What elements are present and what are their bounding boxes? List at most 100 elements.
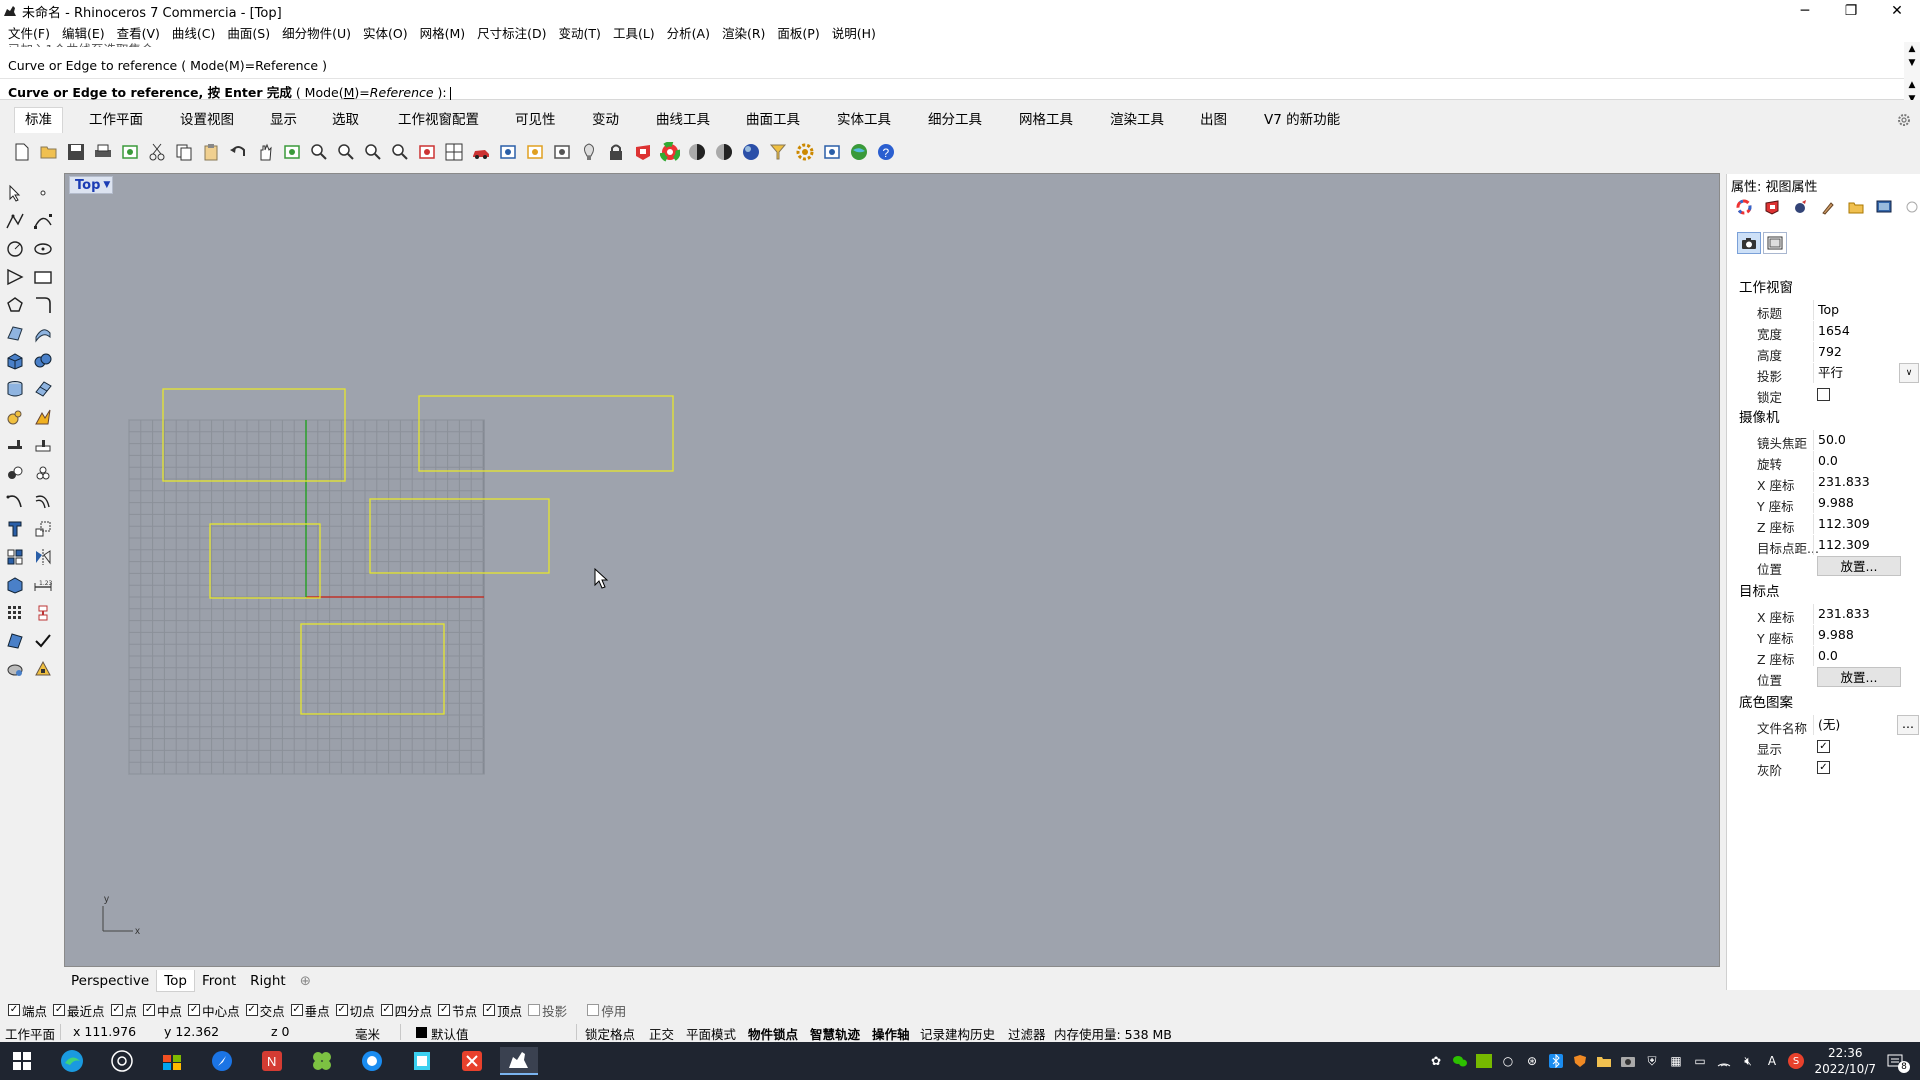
cam-x-field[interactable]: 231.833	[1813, 472, 1919, 492]
cplane-icon[interactable]	[521, 140, 548, 164]
viewport-name[interactable]: Top	[72, 178, 103, 193]
view-tab-top[interactable]: Top	[156, 970, 195, 992]
zoom-selected-icon[interactable]	[386, 140, 413, 164]
materials-tab-icon[interactable]	[1817, 196, 1839, 218]
height-field[interactable]: 792	[1813, 342, 1919, 362]
zoom-window-icon[interactable]	[332, 140, 359, 164]
display-tab-icon[interactable]	[1873, 196, 1895, 218]
tab-select[interactable]: 选取	[332, 108, 359, 132]
split-icon[interactable]	[30, 432, 56, 458]
tab-render-tools[interactable]: 渲染工具	[1110, 108, 1164, 132]
car-icon[interactable]	[467, 140, 494, 164]
menu-mesh[interactable]: 网格(M)	[414, 23, 472, 42]
microsoft-store-icon[interactable]	[158, 1047, 186, 1075]
tray-apps-icon[interactable]: ▦	[1668, 1053, 1684, 1069]
dimension-linear-icon[interactable]: 1.23	[30, 572, 56, 598]
light-icon[interactable]	[575, 140, 602, 164]
tray-flower-icon[interactable]: ✿	[1428, 1053, 1444, 1069]
tray-security-icon[interactable]	[1572, 1053, 1588, 1069]
wifi-icon[interactable]	[1716, 1053, 1732, 1069]
camera-icon[interactable]	[1737, 232, 1761, 254]
command-option-value[interactable]: Reference	[370, 85, 434, 100]
tab-cplanes[interactable]: 工作平面	[89, 108, 143, 132]
text-icon[interactable]	[2, 516, 28, 542]
undo-icon[interactable]	[224, 140, 251, 164]
properties-tab-icon[interactable]	[1733, 196, 1755, 218]
tab-new-in-v7[interactable]: V7 的新功能	[1264, 108, 1340, 132]
osnap-checkbox[interactable]: ✓	[438, 1004, 451, 1016]
osnap-toggle[interactable]: ✓ 四分点	[380, 1001, 432, 1020]
osnap-toggle[interactable]: ✓ 端点	[8, 1001, 47, 1020]
tray-nvidia-icon[interactable]	[1476, 1053, 1492, 1069]
osnap-checkbox[interactable]: ✓	[245, 1004, 258, 1016]
filename-field[interactable]: (无)	[1813, 715, 1893, 735]
tray-steam-icon[interactable]: ⊛	[1524, 1053, 1540, 1069]
menu-render[interactable]: 渲染(R)	[716, 23, 771, 42]
surface-corner-icon[interactable]	[2, 320, 28, 346]
osnap-checkbox[interactable]: ✓	[143, 1004, 156, 1016]
clover-icon[interactable]	[308, 1047, 336, 1075]
globe-icon[interactable]	[845, 140, 872, 164]
feishu-icon[interactable]	[208, 1047, 236, 1075]
status-planar[interactable]: 平面模式	[686, 1024, 736, 1043]
menu-surface[interactable]: 曲面(S)	[221, 23, 276, 42]
status-units[interactable]: 毫米	[355, 1024, 380, 1043]
menu-solid[interactable]: 实体(O)	[357, 23, 414, 42]
osnap-toggle[interactable]: ✓ 交点	[245, 1001, 285, 1020]
tab-display[interactable]: 显示	[270, 108, 297, 132]
tray-battery-icon[interactable]: ▭	[1692, 1053, 1708, 1069]
view-tab-right[interactable]: Right	[243, 970, 293, 992]
tab-drafting[interactable]: 出图	[1200, 108, 1227, 132]
save-icon[interactable]	[62, 140, 89, 164]
rectangle-icon[interactable]	[30, 264, 56, 290]
menu-dimension[interactable]: 尺寸标注(D)	[471, 23, 552, 42]
copy-icon[interactable]	[170, 140, 197, 164]
rotate-view-icon[interactable]	[278, 140, 305, 164]
boolean-union-icon[interactable]	[30, 348, 56, 374]
analyze-icon[interactable]	[2, 628, 28, 654]
status-layer[interactable]: 默认值	[431, 1024, 469, 1043]
mirror-icon[interactable]	[30, 544, 56, 570]
volume-icon[interactable]: 🔇︎	[1740, 1053, 1756, 1069]
tab-set-view[interactable]: 设置视图	[180, 108, 234, 132]
block-icon[interactable]	[2, 544, 28, 570]
osnap-checkbox[interactable]: ✓	[335, 1004, 348, 1016]
browse-file-button[interactable]: ...	[1897, 715, 1919, 735]
polyline-icon[interactable]	[2, 208, 28, 234]
tab-mesh-tools[interactable]: 网格工具	[1019, 108, 1073, 132]
show-checkbox[interactable]: ✓	[1817, 740, 1830, 753]
osnap-checkbox[interactable]: ✓	[53, 1004, 66, 1016]
tab-standard[interactable]: 标准	[14, 107, 63, 133]
view-tab-perspective[interactable]: Perspective	[64, 970, 156, 992]
lock-checkbox[interactable]	[1817, 388, 1830, 401]
status-ortho[interactable]: 正交	[649, 1024, 674, 1043]
status-osnap[interactable]: 物件锁点	[748, 1024, 798, 1043]
shade-icon[interactable]	[683, 140, 710, 164]
mesh-patch-icon[interactable]	[30, 376, 56, 402]
group-icon[interactable]	[2, 460, 28, 486]
projection-select[interactable]: 平行 ∨	[1813, 363, 1919, 383]
osnap-toggle[interactable]: ✓ 中心点	[188, 1001, 240, 1020]
netease-music-icon[interactable]: N	[258, 1047, 286, 1075]
options-icon[interactable]	[791, 140, 818, 164]
layer-color-swatch[interactable]	[416, 1027, 427, 1038]
render-icon[interactable]	[710, 140, 737, 164]
osnap-toggle[interactable]: ✓ 垂点	[290, 1001, 330, 1020]
osnap-checkbox[interactable]: ✓	[380, 1004, 393, 1016]
osnap-checkbox[interactable]	[528, 1004, 541, 1016]
point-icon[interactable]	[30, 180, 56, 206]
print-icon[interactable]	[89, 140, 116, 164]
notepad-icon[interactable]	[408, 1047, 436, 1075]
tray-sogou-icon[interactable]: S	[1788, 1053, 1804, 1069]
tab-viewport-layout[interactable]: 工作视窗配置	[398, 108, 479, 132]
help-icon[interactable]: ?	[872, 140, 899, 164]
windows-start-icon[interactable]	[8, 1047, 36, 1075]
osnap-checkbox[interactable]: ✓	[8, 1004, 20, 1016]
sphere-icon[interactable]	[494, 140, 521, 164]
menu-tools[interactable]: 工具(L)	[607, 23, 661, 42]
tray-folder-icon[interactable]	[1596, 1053, 1612, 1069]
subd-icon[interactable]	[2, 404, 28, 430]
layer-icon[interactable]	[629, 140, 656, 164]
qq-browser-icon[interactable]	[358, 1047, 386, 1075]
spin-up-icon[interactable]: ▲	[1904, 78, 1920, 92]
